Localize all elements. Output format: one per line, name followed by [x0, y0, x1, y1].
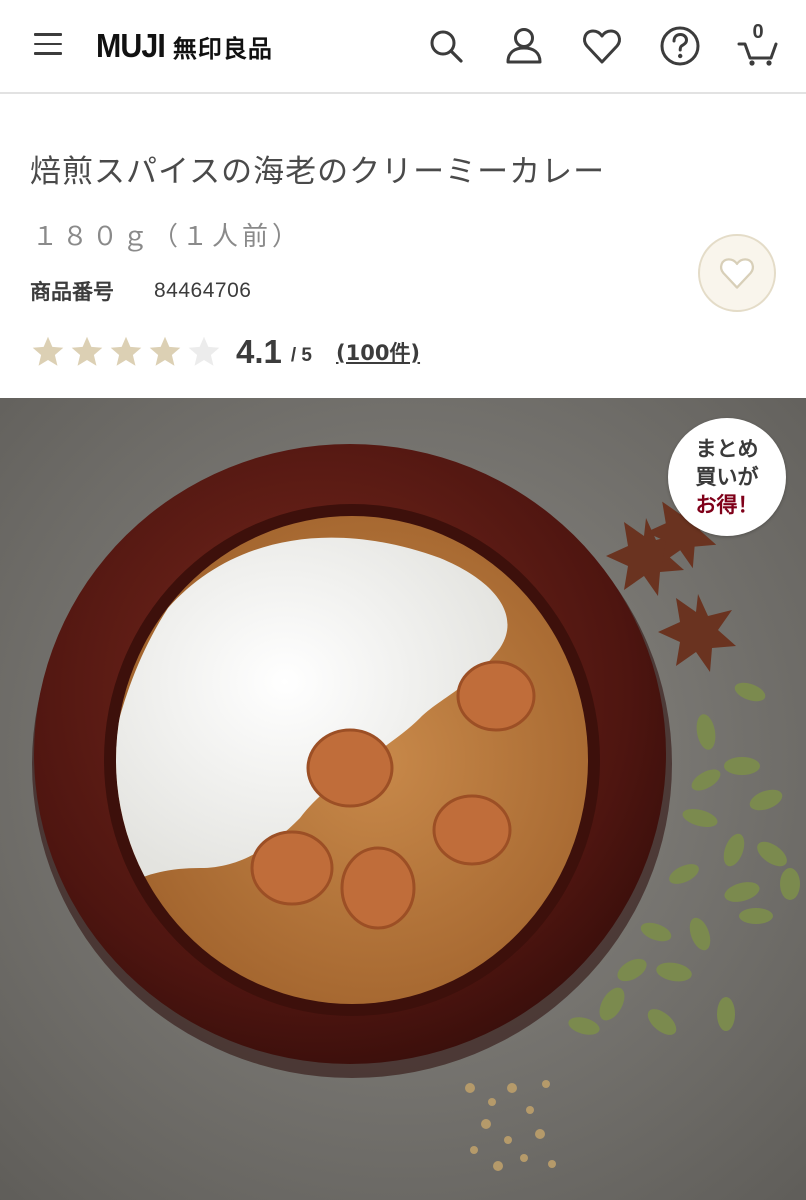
star-filled-icon: [110, 336, 142, 366]
product-title: 焙煎スパイスの海老のクリーミーカレー: [30, 154, 606, 190]
promo-line-1: まとめ: [695, 437, 759, 461]
product-code-label: 商品番号: [30, 280, 114, 304]
favorite-button[interactable]: [698, 234, 776, 312]
promo-badge: まとめ 買いが お得！: [668, 418, 786, 536]
help-icon[interactable]: [658, 24, 702, 68]
review-count-link[interactable]: (100件): [336, 337, 420, 367]
product-subtitle: １８０ｇ（１人前）: [32, 222, 303, 252]
promo-line-3: お得！: [695, 493, 759, 517]
site-header: MUJI 無印良品 0: [0, 0, 806, 94]
search-icon[interactable]: [424, 24, 468, 68]
product-code-row: 商品番号 84464706: [30, 276, 251, 306]
rating-score: 4.1: [236, 333, 282, 370]
promo-line-2: 買いが: [695, 465, 759, 489]
star-empty-icon: [188, 336, 220, 366]
logo-text-jp: 無印良品: [172, 34, 273, 63]
rating-max: / 5: [290, 345, 312, 366]
heart-icon[interactable]: [580, 24, 624, 68]
menu-icon[interactable]: [34, 33, 62, 57]
logo-text-en: MUJI: [96, 27, 166, 64]
cart-count-badge: 0: [752, 21, 764, 43]
star-filled-icon: [71, 336, 103, 366]
muji-logo[interactable]: MUJI 無印良品: [96, 24, 273, 68]
user-icon[interactable]: [502, 24, 546, 68]
product-code-value: 84464706: [154, 279, 252, 302]
star-filled-icon: [149, 336, 181, 366]
star-rating: [30, 334, 222, 370]
cart-icon[interactable]: 0: [736, 21, 780, 68]
star-filled-icon: [32, 336, 64, 366]
heart-icon: [720, 258, 754, 289]
rating-row: 4.1 / 5 (100件): [30, 330, 420, 374]
